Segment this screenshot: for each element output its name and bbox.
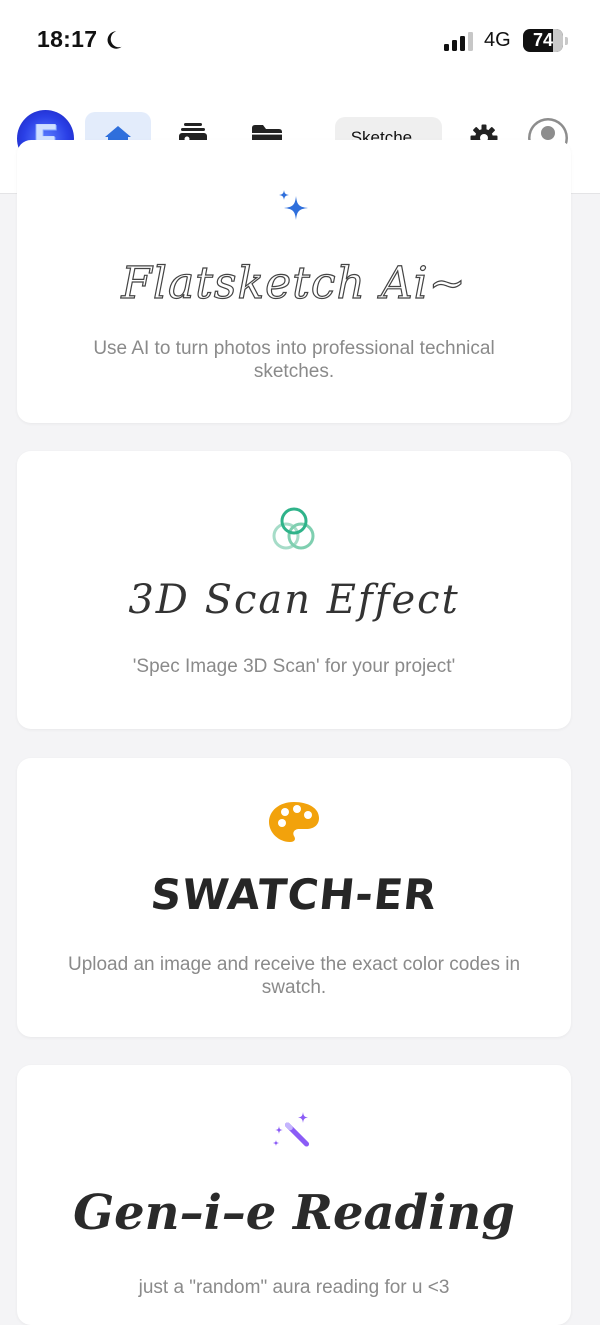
cellular-signal-icon bbox=[444, 32, 473, 51]
status-bar: 18:17 4G 74 bbox=[0, 0, 600, 82]
rings-icon bbox=[272, 507, 315, 550]
card-description: 'Spec Image 3D Scan' for your project' bbox=[132, 656, 456, 677]
card-title: 3D Scan Effect bbox=[128, 577, 460, 623]
card-description: Use AI to turn photos into professional … bbox=[93, 338, 495, 382]
card-swatcher[interactable]: SWATCH-ER Upload an image and receive th… bbox=[17, 758, 571, 1037]
moon-icon bbox=[107, 31, 122, 49]
card-flatsketch[interactable]: Flatsketch Ai~ Use AI to turn photos int… bbox=[17, 140, 571, 423]
network-type: 4G bbox=[484, 29, 511, 51]
sparkle-icon bbox=[279, 190, 308, 220]
card-title: Flatsketch Ai~ bbox=[121, 257, 467, 309]
battery-level: 74 bbox=[532, 30, 554, 50]
card-3d-scan[interactable]: 3D Scan Effect 'Spec Image 3D Scan' for … bbox=[17, 451, 571, 729]
battery-indicator: 74 bbox=[523, 29, 569, 52]
status-time: 18:17 bbox=[37, 26, 98, 52]
card-description: just a "random" aura reading for u <3 bbox=[138, 1277, 450, 1298]
card-title: Gen–i–e Reading bbox=[73, 1185, 515, 1241]
card-genie[interactable]: Gen–i–e Reading just a "random" aura rea… bbox=[17, 1065, 571, 1325]
palette-icon bbox=[269, 802, 319, 842]
magic-wand-icon bbox=[273, 1112, 310, 1147]
card-title: SWATCH-ER bbox=[148, 870, 440, 919]
card-description: Upload an image and receive the exact co… bbox=[67, 954, 521, 998]
